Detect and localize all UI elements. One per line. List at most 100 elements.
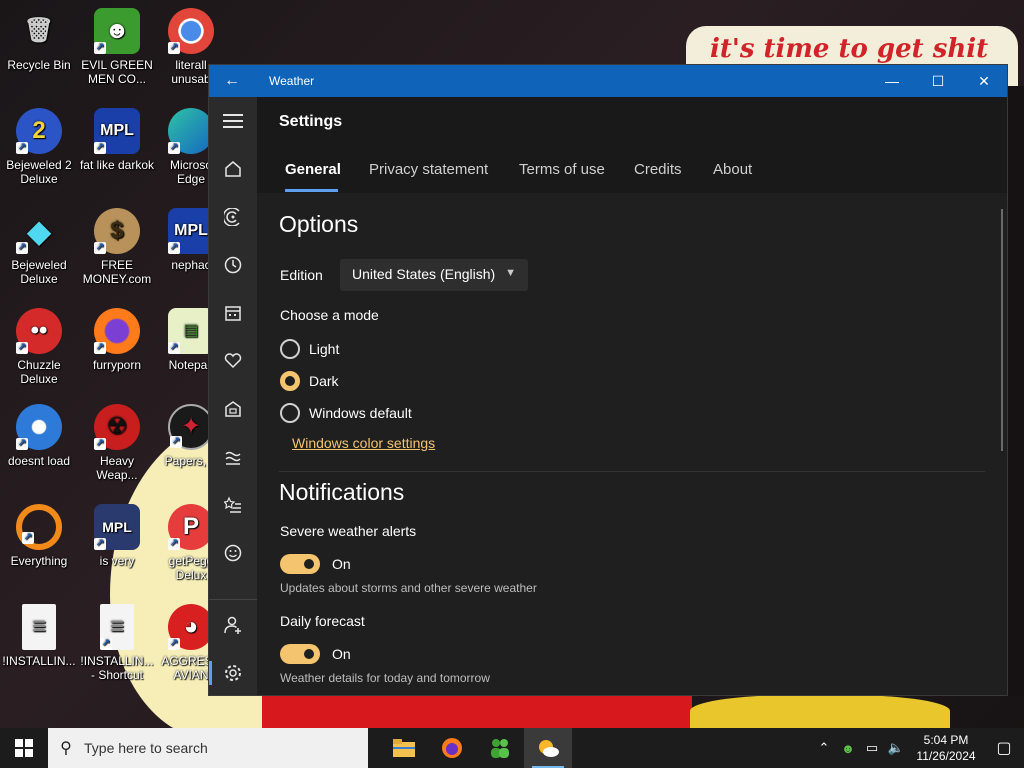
nav-favorites[interactable] <box>209 485 257 525</box>
radio-windows-default[interactable]: Windows default <box>280 403 412 423</box>
notification-icon[interactable]: ▢ <box>984 738 1024 758</box>
folder-icon <box>393 739 415 757</box>
radio-dark-indicator <box>280 371 300 391</box>
tab-general[interactable]: General <box>285 161 341 178</box>
radio-dark-label: Dark <box>309 373 339 389</box>
document-icon: ≡ <box>22 604 56 650</box>
home-icon <box>225 161 241 177</box>
nav-historical[interactable] <box>209 437 257 477</box>
clock[interactable]: 5:04 PM 11/26/2024 <box>908 732 984 764</box>
icon-label: !INSTALLIN... <box>2 654 76 668</box>
desktop-icon-free-money[interactable]: $ ↗ FREE MONEY.com <box>78 208 156 286</box>
green-men-tray-icon[interactable]: ☻ <box>836 741 860 756</box>
window-controls: — ☐ ✕ <box>869 65 1007 97</box>
window-title: Weather <box>269 74 315 88</box>
minimize-icon: — <box>885 73 899 89</box>
tab-terms-of-use[interactable]: Terms of use <box>519 161 605 178</box>
icon-label: Notepac <box>168 358 214 372</box>
desktop-icon-bejeweled[interactable]: ◆ ↗ Bejeweled Deluxe <box>0 208 78 286</box>
chevron-down-icon: ▼ <box>505 267 516 279</box>
desktop-icon-mpl[interactable]: MPL ↗ fat like darkok <box>78 108 156 172</box>
taskbar-file-explorer[interactable] <box>380 728 428 768</box>
nav-life[interactable] <box>209 389 257 429</box>
nav-monthly[interactable] <box>209 293 257 333</box>
scrollbar[interactable] <box>1001 209 1003 451</box>
tab-about[interactable]: About <box>713 161 752 178</box>
hamburger-button[interactable] <box>209 101 257 141</box>
start-button[interactable] <box>0 728 48 768</box>
tab-privacy-statement[interactable]: Privacy statement <box>369 161 488 178</box>
desktop-icon-recycle-bin[interactable]: 🗑 Recycle Bin <box>0 8 78 73</box>
title-bar: ← Weather — ☐ ✕ <box>209 65 1007 97</box>
desktop-icon-firefox[interactable]: ↗ furryporn <box>78 308 156 372</box>
severe-alerts-toggle[interactable] <box>280 554 320 574</box>
page-title: Settings <box>279 113 343 130</box>
desktop-icon-installin[interactable]: ≡ !INSTALLIN... <box>0 604 78 668</box>
desktop-icon-everything[interactable]: ↗ Everything <box>0 504 78 568</box>
daily-forecast-toggle[interactable] <box>280 644 320 664</box>
desktop-icon-thunderbird[interactable]: ↗ doesnt load <box>0 404 78 468</box>
desktop-icon-installin-shortcut[interactable]: ≡ ↗ !INSTALLIN... - Shortcut <box>78 604 156 682</box>
nav-feedback[interactable] <box>209 533 257 573</box>
daily-forecast-description: Weather details for today and tomorrow <box>280 671 490 685</box>
radio-light[interactable]: Light <box>280 339 339 359</box>
desktop-icon-is-very[interactable]: MPL ↗ is very <box>78 504 156 568</box>
notifications-heading: Notifications <box>279 479 405 505</box>
nav-hourly[interactable] <box>209 245 257 285</box>
icon-label: Chuzzle Deluxe <box>17 358 61 386</box>
radio-windows-default-indicator <box>280 403 300 423</box>
money-bag-icon: $ ↗ <box>94 208 140 254</box>
nav-account[interactable] <box>209 605 257 645</box>
nav-health[interactable] <box>209 341 257 381</box>
nav-forecast[interactable] <box>209 149 257 189</box>
settings-body: Options Edition United States (English) … <box>257 193 1007 695</box>
building-icon <box>225 401 241 417</box>
close-button[interactable]: ✕ <box>961 65 1007 97</box>
volume-icon[interactable]: 🔈 <box>884 740 908 756</box>
search-placeholder: Type here to search <box>84 740 208 756</box>
severe-alerts-label: Severe weather alerts <box>280 523 417 539</box>
icon-label: !INSTALLIN... - Shortcut <box>80 654 154 682</box>
toggle-knob <box>304 559 314 569</box>
back-button[interactable]: ← <box>209 65 255 97</box>
taskbar-green-men[interactable] <box>476 728 524 768</box>
tab-credits[interactable]: Credits <box>634 161 682 178</box>
edition-value: United States (English) <box>352 266 496 282</box>
edition-dropdown[interactable]: United States (English) ▼ <box>340 259 528 291</box>
close-icon: ✕ <box>978 72 990 89</box>
maximize-button[interactable]: ☐ <box>915 65 961 97</box>
desktop-icon-chuzzle[interactable]: •• ↗ Chuzzle Deluxe <box>0 308 78 386</box>
taskbar-firefox[interactable] <box>428 728 476 768</box>
radiation-icon: ☢ ↗ <box>94 404 140 450</box>
taskbar-weather[interactable] <box>524 728 572 768</box>
icon-label: Bejeweled Deluxe <box>11 258 67 286</box>
windows-color-settings-link[interactable]: Windows color settings <box>292 435 435 451</box>
radio-dark[interactable]: Dark <box>280 371 339 391</box>
desktop-icon-bejeweled2[interactable]: 2 ↗ Bejeweled 2 Deluxe <box>0 108 78 186</box>
radio-windows-default-label: Windows default <box>309 405 412 421</box>
nav-settings[interactable] <box>209 653 257 693</box>
options-heading: Options <box>279 211 359 237</box>
icon-label: EVIL GREEN MEN CO... <box>81 58 153 86</box>
chevron-up-icon[interactable]: ⌃ <box>812 740 836 756</box>
desktop-icon-heavy-weapon[interactable]: ☢ ↗ Heavy Weap... <box>78 404 156 482</box>
nav-maps[interactable] <box>209 197 257 237</box>
icon-label: nephac <box>171 258 211 272</box>
mpl-shield-icon: MPL ↗ <box>94 504 140 550</box>
chuzzle-icon: •• ↗ <box>16 308 62 354</box>
icon-label: is very <box>99 554 135 568</box>
everything-icon: ↗ <box>16 504 62 550</box>
radio-light-label: Light <box>309 341 340 357</box>
severe-alerts-description: Updates about storms and other severe we… <box>280 581 537 595</box>
daily-forecast-state: On <box>332 646 351 662</box>
nav-selection-indicator <box>209 661 212 685</box>
desktop-icon-green-men[interactable]: ☻ ↗ EVIL GREEN MEN CO... <box>78 8 156 86</box>
wallpaper-red <box>262 690 692 730</box>
icon-label: literall unusab <box>171 58 211 86</box>
network-icon[interactable]: ▭ <box>860 740 884 756</box>
minimize-button[interactable]: — <box>869 65 915 97</box>
hamburger-icon <box>223 114 243 128</box>
edition-label: Edition <box>280 267 323 283</box>
taskbar-search[interactable]: ⚲ Type here to search <box>48 728 368 768</box>
section-divider <box>279 471 985 472</box>
